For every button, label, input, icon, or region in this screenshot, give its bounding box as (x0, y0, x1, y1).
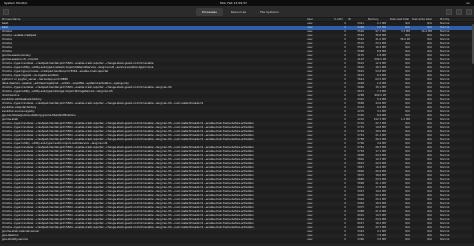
process-table: bash user 0 5411 2.1 MB N/A N/A Normal bash user 0… (0, 22, 474, 242)
view-switcher: Processes Resources File Systems (196, 8, 285, 16)
footer-bar (0, 242, 474, 246)
close-icon[interactable] (466, 9, 472, 15)
tab-file-systems[interactable]: File Systems (254, 8, 285, 16)
minimize-icon[interactable] (456, 9, 462, 15)
window-header: Processes Resources File Systems (0, 6, 474, 18)
tab-processes[interactable]: Processes (196, 8, 223, 16)
menu-icon[interactable] (446, 9, 452, 15)
search-icon[interactable] (3, 9, 9, 15)
tab-resources[interactable]: Resources (224, 8, 253, 16)
